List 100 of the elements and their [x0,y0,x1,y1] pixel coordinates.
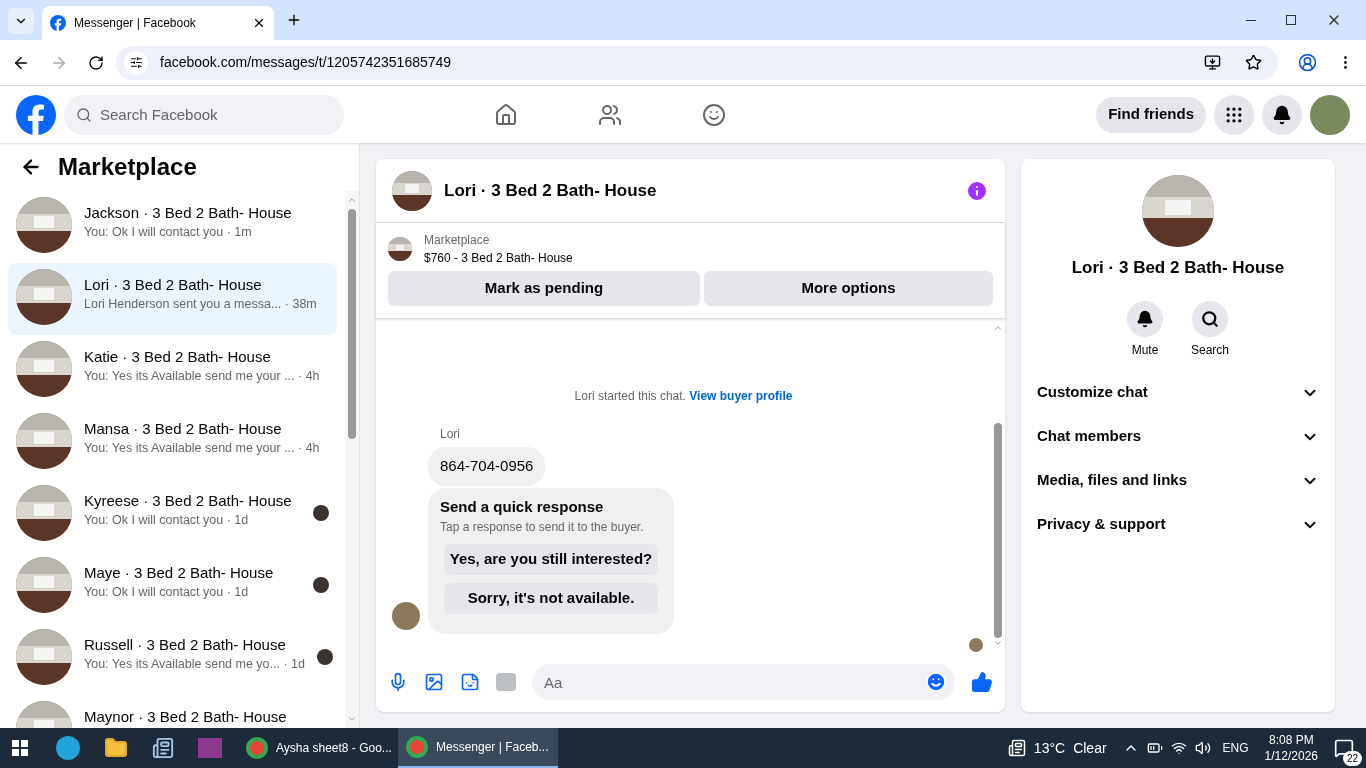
chat-notice: Lori started this chat. [574,389,687,403]
quick-response-button[interactable]: Yes, are you still interested? [444,544,658,575]
menu-button[interactable] [1214,94,1254,135]
conversation-item[interactable]: Kyreese · 3 Bed 2 Bath- House You: Ok I will contact you · 1d [8,479,337,551]
listing-thumbnail [16,485,72,541]
scrollbar[interactable] [345,191,359,728]
wifi-icon[interactable] [1170,740,1187,756]
details-title: Lori · 3 Bed 2 Bath- House [1071,257,1285,279]
listing-action-button[interactable]: More options [704,271,993,306]
conversation-preview: Lori Henderson sent you a messa... · 38m [84,296,318,313]
bookmark-icon[interactable] [1245,54,1262,71]
listing-thumbnail [1142,175,1214,247]
minimize-icon[interactable] [1246,19,1256,21]
tab-list-button[interactable] [8,8,34,34]
message-field[interactable]: Aa [532,664,955,700]
find-friends-button[interactable]: Find friends [1096,96,1206,133]
friends-icon[interactable] [598,102,623,127]
clock-date[interactable]: 1/12/2026 [1264,748,1318,764]
profile-icon[interactable] [1298,53,1317,72]
conversation-preview: You: Ok I will contact you · 1d [84,584,250,601]
scrollbar-thumb[interactable] [348,209,356,439]
sender-avatar [392,602,420,630]
notepad-icon[interactable] [152,737,174,759]
restore-icon[interactable] [1286,15,1296,25]
sidebar-title: Marketplace [58,152,197,182]
bell-icon [1272,104,1292,125]
browser-tab[interactable]: Messenger | Facebook [42,6,274,40]
conversation-title: Maynor · 3 Bed 2 Bath- House [84,707,288,727]
home-icon[interactable] [494,102,519,127]
search-button[interactable] [1192,300,1228,337]
details-section[interactable]: Media, files and links [1029,458,1327,503]
weather-condition[interactable]: Clear [1073,737,1107,759]
conversation-preview: You: Yes its Available send me your ... · 4h [84,368,321,385]
groups-icon[interactable] [702,102,727,127]
mute-button[interactable] [1127,300,1163,337]
widgets-icon[interactable] [1007,739,1026,757]
volume-icon[interactable] [1194,740,1211,756]
notification-badge: 22 [1342,751,1362,766]
microphone-icon[interactable] [388,672,408,692]
details-section[interactable]: Chat members [1029,414,1327,459]
conversation-item[interactable]: Maye · 3 Bed 2 Bath- House You: Ok I will contact you · 1d [8,551,337,623]
language-indicator[interactable]: ENG [1222,739,1249,757]
listing-thumbnail [16,197,72,253]
listing-thumbnail [392,170,432,211]
conversation-preview: You: Yes its Available send me your ... · 4h [84,440,321,457]
listing-thumbnail [16,557,72,613]
listing-thumbnail [16,413,72,469]
battery-icon[interactable] [1146,740,1163,756]
taskbar-app-label: Aysha sheet8 - Goo... [276,740,392,757]
emoji-icon[interactable] [925,671,947,693]
listing-action-button[interactable]: Mark as pending [388,271,700,306]
reload-icon[interactable] [88,54,104,71]
details-section[interactable]: Customize chat [1029,370,1327,415]
conversation-item[interactable]: Jackson · 3 Bed 2 Bath- House You: Ok I will contact you · 1m [8,191,337,263]
scrollbar-thumb[interactable] [994,423,1002,638]
message-bubble: 864-704-0956 [428,447,546,486]
conversation-preview: You: Yes its Available send me yo... · 1d [84,656,305,673]
chat-title[interactable]: Lori · 3 Bed 2 Bath- House [444,177,953,204]
conversation-title: Katie · 3 Bed 2 Bath- House [84,347,272,367]
facebook-logo-icon [16,94,56,135]
search-field[interactable]: Search Facebook [64,94,344,135]
thumbs-up-icon[interactable] [971,671,993,693]
seen-avatar [969,638,983,652]
conversation-title: Jackson · 3 Bed 2 Bath- House [84,203,293,223]
listing-thumbnail [16,341,72,397]
sticker-icon[interactable] [460,672,480,692]
listing-name[interactable]: $760 - 3 Bed 2 Bath- House [424,249,573,267]
new-tab-icon[interactable] [286,12,302,28]
account-avatar[interactable] [1310,94,1350,135]
site-settings-icon[interactable] [129,56,143,69]
notifications-button[interactable] [1262,94,1302,135]
search-icon [1201,309,1219,328]
clock-time[interactable]: 8:08 PM [1268,732,1314,748]
conversation-title: Maye · 3 Bed 2 Bath- House [84,563,275,583]
folder-icon[interactable] [104,736,128,760]
details-section[interactable]: Privacy & support [1029,502,1327,547]
listing-thumbnail [388,237,412,261]
conversation-item[interactable]: Russell · 3 Bed 2 Bath- House You: Yes its Available send me yo... · 1d [8,623,337,695]
install-icon[interactable] [1204,54,1221,71]
bell-icon [1136,309,1154,328]
taskbar-app[interactable]: Messenger | Faceb... [398,728,558,768]
quick-response-button[interactable]: Sorry, it's not available. [444,583,658,614]
sender-name: Lori [440,426,461,443]
url-text: facebook.com/messages/t/1205742351685749 [160,53,453,72]
conversation-item[interactable]: Mansa · 3 Bed 2 Bath- House You: Yes its Available send me your ... · 4h [8,407,337,479]
photo-icon[interactable] [424,672,444,692]
listing-thumbnail [16,629,72,685]
conversation-item[interactable]: Katie · 3 Bed 2 Bath- House You: Yes its Available send me your ... · 4h [8,335,337,407]
start-icon[interactable] [12,740,28,756]
conversation-title: Mansa · 3 Bed 2 Bath- House [84,419,283,439]
taskbar-app-label: Messenger | Faceb... [436,739,549,756]
view-profile-link[interactable]: View buyer profile [689,389,793,403]
taskbar-app[interactable]: Aysha sheet8 - Goo... [238,728,398,768]
conversation-item[interactable]: Lori · 3 Bed 2 Bath- House Lori Henderson sent you a messa... · 38m [8,263,337,335]
weather-temp[interactable]: 13°C [1033,737,1066,759]
app-icon [406,736,428,758]
conversation-preview: You: Ok I will contact you · 1m [84,224,253,241]
address-bar[interactable]: facebook.com/messages/t/1205742351685749 [116,45,1278,80]
close-icon[interactable] [252,16,266,30]
listing-thumbnail [16,269,72,325]
